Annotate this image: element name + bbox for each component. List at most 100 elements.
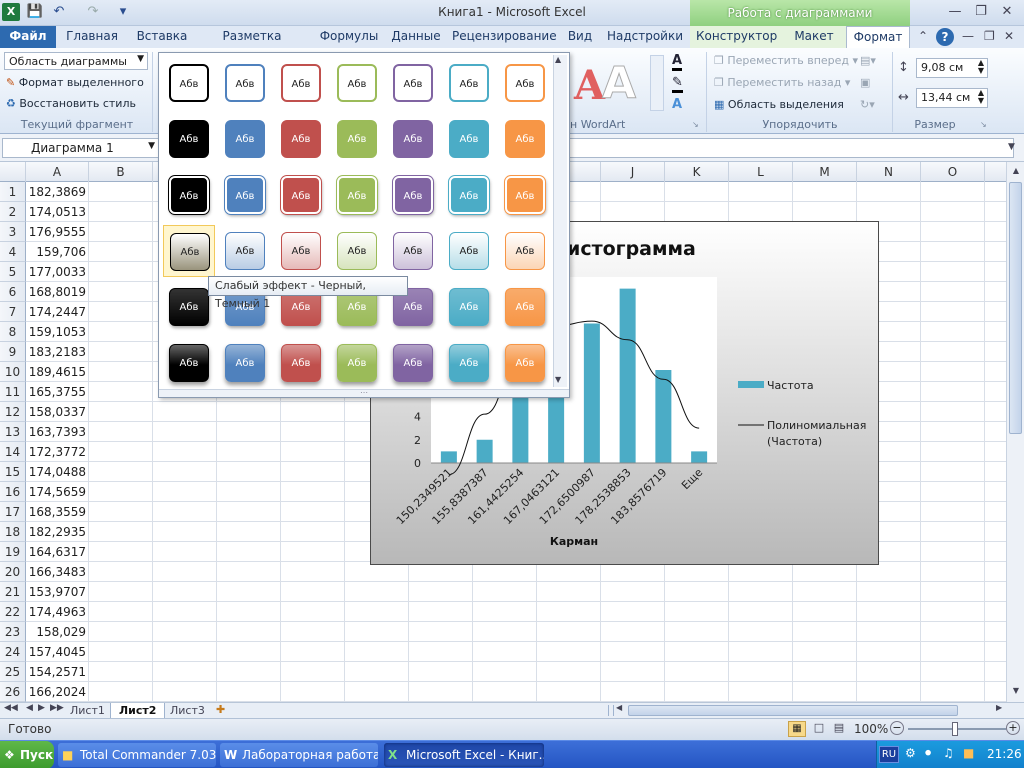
row-header[interactable]: 21 <box>0 582 26 602</box>
cell-a[interactable]: 182,2935 <box>26 522 89 542</box>
shape-style-option[interactable]: Абв <box>331 337 383 389</box>
gallery-resize-grip[interactable]: ⋯ <box>159 389 569 397</box>
chart-elements-dropdown[interactable]: Область диаграммы ▼ <box>4 52 148 70</box>
tab-design[interactable]: Конструктор <box>696 26 777 48</box>
shape-style-option[interactable]: Абв <box>387 337 439 389</box>
column-header[interactable]: N <box>857 162 921 182</box>
tab-file[interactable]: Файл <box>0 26 56 48</box>
doc-restore-icon[interactable]: ❐ <box>984 29 995 43</box>
wordart-dialog-launcher-icon[interactable]: ↘ <box>692 120 699 129</box>
zoom-slider-thumb[interactable] <box>952 722 958 736</box>
reset-style-button[interactable]: ♻ Восстановить стиль <box>6 97 136 110</box>
tab-addins[interactable]: Надстройки <box>606 26 684 48</box>
group-icon[interactable]: ▣ <box>860 76 870 89</box>
sheet-tab-2[interactable]: Лист2 <box>110 703 166 719</box>
task-total-commander[interactable]: ■ Total Commander 7.03 - ... <box>58 743 216 767</box>
align-icon[interactable]: ▤▾ <box>860 54 876 67</box>
tab-home[interactable]: Главная <box>60 26 124 48</box>
shape-style-option[interactable]: Абв <box>219 225 271 277</box>
doc-minimize-icon[interactable]: — <box>962 29 974 43</box>
shape-style-option[interactable]: Абв <box>275 169 327 221</box>
cell-a[interactable]: 176,9555 <box>26 222 89 242</box>
column-header[interactable]: B <box>89 162 153 182</box>
page-break-view-icon[interactable]: ▤ <box>830 721 848 737</box>
shape-style-option[interactable]: Абв <box>331 169 383 221</box>
shape-style-option[interactable]: Абв <box>443 113 495 165</box>
row-header[interactable]: 12 <box>0 402 26 422</box>
cell-a[interactable]: 166,3483 <box>26 562 89 582</box>
cell-a[interactable]: 174,0488 <box>26 462 89 482</box>
normal-view-icon[interactable]: ▦ <box>788 721 806 737</box>
row-header[interactable]: 11 <box>0 382 26 402</box>
tab-review[interactable]: Рецензирование <box>452 26 557 48</box>
language-indicator[interactable]: RU <box>879 746 899 763</box>
shape-style-option[interactable]: Абв <box>219 57 271 109</box>
shape-style-option[interactable]: Абв <box>387 113 439 165</box>
column-header[interactable]: L <box>729 162 793 182</box>
row-header[interactable]: 25 <box>0 662 26 682</box>
shape-style-option[interactable]: Абв <box>219 169 271 221</box>
text-fill-icon[interactable]: A <box>672 54 683 71</box>
cell-a[interactable]: 165,3755 <box>26 382 89 402</box>
text-effects-icon[interactable]: A <box>672 98 682 112</box>
cell-a[interactable]: 154,2571 <box>26 662 89 682</box>
row-header[interactable]: 8 <box>0 322 26 342</box>
row-header[interactable]: 5 <box>0 262 26 282</box>
horizontal-scroll-thumb[interactable] <box>628 705 958 716</box>
row-header[interactable]: 9 <box>0 342 26 362</box>
tab-view[interactable]: Вид <box>562 26 598 48</box>
shape-style-option[interactable]: Абв <box>499 57 551 109</box>
page-layout-view-icon[interactable]: □ <box>810 721 828 737</box>
shape-style-option[interactable]: Абв <box>275 113 327 165</box>
sheet-nav-next-icon[interactable]: ▶ <box>38 703 45 713</box>
cell-a[interactable]: 182,3869 <box>26 182 89 202</box>
minimize-icon[interactable]: — <box>944 3 966 21</box>
shape-style-option[interactable]: Абв <box>163 337 215 389</box>
row-header[interactable]: 17 <box>0 502 26 522</box>
cell-a[interactable]: 157,4045 <box>26 642 89 662</box>
sheet-nav-first-icon[interactable]: ◀◀ <box>4 703 18 713</box>
cell-a[interactable]: 159,1053 <box>26 322 89 342</box>
column-header[interactable]: O <box>921 162 985 182</box>
shape-style-option[interactable]: Абв <box>443 281 495 333</box>
expand-formula-bar-icon[interactable]: ▼ <box>1008 142 1015 152</box>
row-header[interactable]: 13 <box>0 422 26 442</box>
name-box[interactable]: Диаграмма 1 ▼ <box>2 138 160 158</box>
cell-a[interactable]: 163,7393 <box>26 422 89 442</box>
cell-a[interactable]: 164,6317 <box>26 542 89 562</box>
gallery-scrollbar[interactable]: ▲ ▼ <box>553 55 567 387</box>
selection-pane-button[interactable]: ▦ Область выделения <box>714 98 844 111</box>
shape-style-option[interactable]: Абв <box>443 57 495 109</box>
cell-a[interactable]: 174,2447 <box>26 302 89 322</box>
rotate-icon[interactable]: ↻▾ <box>860 98 875 111</box>
tray-network-icon[interactable]: ⚙ <box>905 746 916 760</box>
cell-a[interactable]: 166,2024 <box>26 682 89 702</box>
shape-style-option[interactable]: Абв <box>499 281 551 333</box>
shape-style-option[interactable]: Абв <box>443 337 495 389</box>
row-header[interactable]: 1 <box>0 182 26 202</box>
bring-forward-button[interactable]: ❐ Переместить вперед ▾ <box>714 54 858 67</box>
select-all-corner[interactable] <box>0 162 26 182</box>
cell-a[interactable]: 172,3772 <box>26 442 89 462</box>
scroll-up-icon[interactable]: ▲ <box>1009 164 1023 178</box>
cell-a[interactable]: 158,029 <box>26 622 89 642</box>
tab-data[interactable]: Данные <box>388 26 444 48</box>
row-header[interactable]: 4 <box>0 242 26 262</box>
shape-style-option[interactable]: Абв <box>499 113 551 165</box>
gallery-scroll-down-icon[interactable]: ▼ <box>555 375 561 384</box>
row-header[interactable]: 23 <box>0 622 26 642</box>
cell-a[interactable]: 174,0513 <box>26 202 89 222</box>
shape-style-option[interactable]: Абв <box>275 225 327 277</box>
spinner-arrows-icon[interactable]: ▲ ▼ <box>978 59 984 75</box>
tray-antivirus-icon[interactable]: ⚫ <box>923 746 933 760</box>
sheet-tab-1[interactable]: Лист1 <box>62 703 113 719</box>
row-header[interactable]: 14 <box>0 442 26 462</box>
cell-a[interactable]: 153,9707 <box>26 582 89 602</box>
gallery-scroll-up-icon[interactable]: ▲ <box>555 55 561 64</box>
cell-a[interactable]: 159,706 <box>26 242 89 262</box>
shape-style-option[interactable]: Абв <box>499 225 551 277</box>
shape-style-option[interactable]: Абв <box>443 169 495 221</box>
height-spinner[interactable]: 9,08 см ▲ ▼ <box>916 58 988 78</box>
column-header[interactable]: J <box>601 162 665 182</box>
shape-style-option[interactable]: Абв <box>387 169 439 221</box>
